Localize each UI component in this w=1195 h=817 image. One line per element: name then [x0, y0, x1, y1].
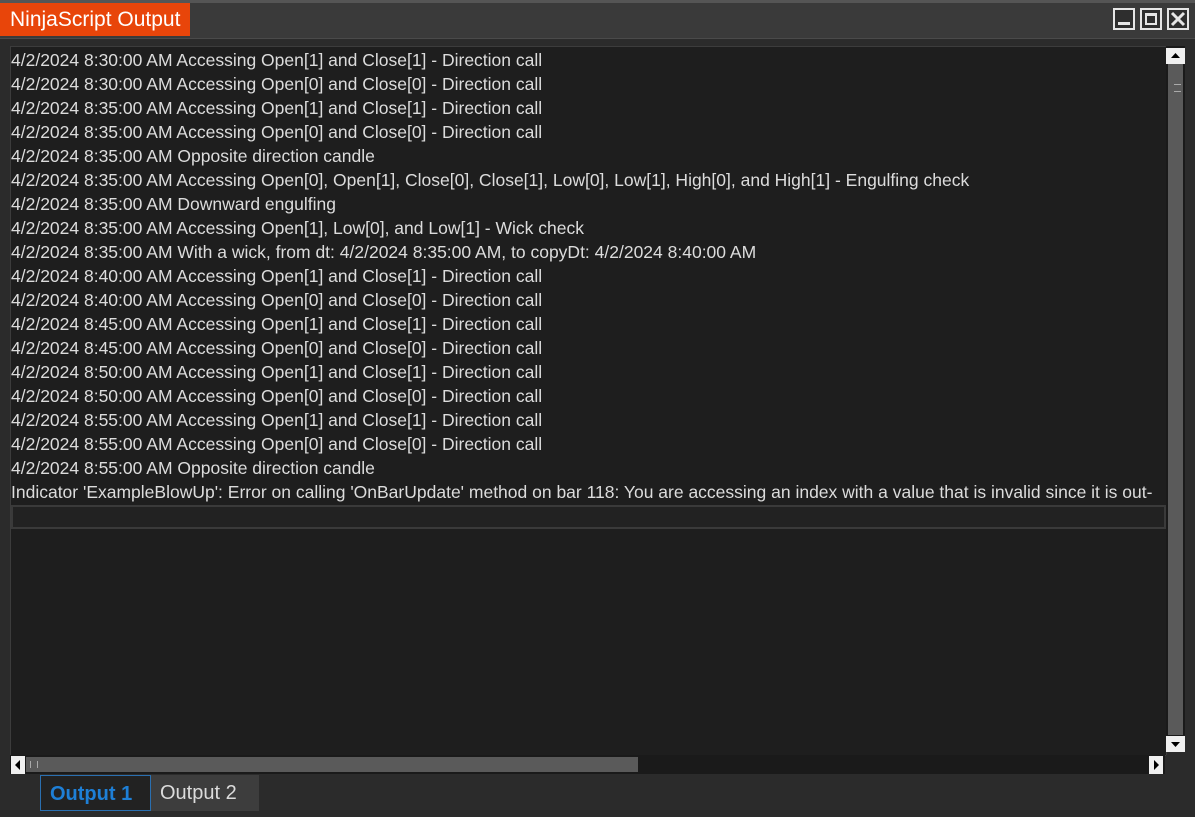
vertical-scroll-thumb[interactable]	[1168, 64, 1183, 735]
title-bar[interactable]: NinjaScript Output	[0, 0, 1195, 39]
log-line: 4/2/2024 8:45:00 AM Accessing Open[1] an…	[11, 314, 543, 334]
horizontal-scrollbar[interactable]	[10, 755, 1165, 774]
grip-icon	[30, 761, 38, 768]
log-line: 4/2/2024 8:35:00 AM Accessing Open[1], L…	[11, 218, 584, 238]
log-line: 4/2/2024 8:40:00 AM Accessing Open[0] an…	[11, 290, 543, 310]
scroll-right-button[interactable]	[1149, 756, 1163, 774]
scroll-up-button[interactable]	[1166, 48, 1185, 64]
arrow-down-icon	[1171, 742, 1180, 747]
output-tab-bar: Output 1 Output 2	[0, 774, 1195, 817]
scroll-left-button[interactable]	[11, 756, 25, 774]
log-line: 4/2/2024 8:35:00 AM Opposite direction c…	[11, 146, 375, 166]
scroll-down-button[interactable]	[1166, 736, 1185, 752]
log-line: 4/2/2024 8:45:00 AM Accessing Open[0] an…	[11, 338, 543, 358]
close-button[interactable]	[1167, 8, 1189, 30]
arrow-right-icon	[1154, 760, 1159, 770]
log-line: 4/2/2024 8:35:00 AM With a wick, from dt…	[11, 242, 757, 262]
output-text-area[interactable]: 4/2/2024 8:30:00 AM Accessing Open[1] an…	[10, 46, 1167, 756]
grip-icon	[1174, 84, 1181, 92]
error-line: Indicator 'ExampleBlowUp': Error on call…	[11, 482, 1153, 502]
log-line: 4/2/2024 8:50:00 AM Accessing Open[0] an…	[11, 386, 543, 406]
ninjascript-output-window: NinjaScript Output 4/2/2024 8:30:00 AM A…	[0, 0, 1195, 817]
log-line: 4/2/2024 8:55:00 AM Opposite direction c…	[11, 458, 375, 478]
window-title: NinjaScript Output	[0, 3, 191, 36]
close-icon	[1170, 11, 1186, 27]
tab-output-1[interactable]: Output 1	[40, 775, 151, 811]
log-line: 4/2/2024 8:55:00 AM Accessing Open[0] an…	[11, 434, 543, 454]
minimize-button[interactable]	[1113, 8, 1135, 30]
log-line: 4/2/2024 8:30:00 AM Accessing Open[1] an…	[11, 50, 543, 70]
log-line: 4/2/2024 8:40:00 AM Accessing Open[1] an…	[11, 266, 543, 286]
tab-output-2[interactable]: Output 2	[151, 775, 259, 811]
vertical-scrollbar[interactable]	[1166, 46, 1185, 752]
horizontal-scroll-thumb[interactable]	[26, 757, 638, 772]
arrow-left-icon	[15, 760, 20, 770]
log-line: 4/2/2024 8:50:00 AM Accessing Open[1] an…	[11, 362, 543, 382]
log-line: 4/2/2024 8:35:00 AM Accessing Open[0], O…	[11, 170, 970, 190]
log-line: 4/2/2024 8:55:00 AM Accessing Open[1] an…	[11, 410, 543, 430]
log-line: 4/2/2024 8:35:00 AM Downward engulfing	[11, 194, 336, 214]
log-line: 4/2/2024 8:35:00 AM Accessing Open[1] an…	[11, 98, 543, 118]
log-line: 4/2/2024 8:30:00 AM Accessing Open[0] an…	[11, 74, 543, 94]
maximize-icon	[1145, 13, 1157, 25]
scrollbar-corner	[1166, 755, 1185, 774]
log-lines: 4/2/2024 8:30:00 AM Accessing Open[1] an…	[11, 48, 1166, 504]
arrow-up-icon	[1171, 53, 1180, 58]
log-line: 4/2/2024 8:35:00 AM Accessing Open[0] an…	[11, 122, 543, 142]
minimize-icon	[1118, 22, 1130, 25]
current-input-line[interactable]	[11, 505, 1166, 529]
maximize-button[interactable]	[1140, 8, 1162, 30]
